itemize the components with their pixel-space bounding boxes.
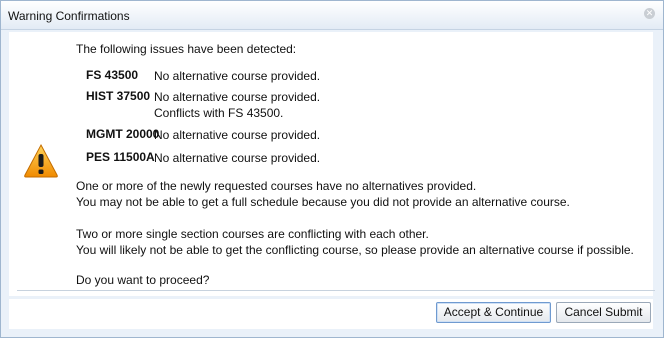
dialog-content: The following issues have been detected:… [9, 32, 655, 296]
issue-message-line: No alternative course provided. [154, 69, 321, 83]
warning-icon [24, 143, 58, 178]
issue-message-line: No alternative course provided. [154, 151, 321, 165]
dialog-footer: Accept & Continue Cancel Submit [9, 299, 653, 329]
cancel-submit-button[interactable]: Cancel Submit [556, 302, 651, 323]
dialog-titlebar[interactable]: Warning Confirmations ✕ [1, 1, 663, 30]
close-icon[interactable]: ✕ [644, 8, 655, 19]
warning-line: Two or more single section courses are c… [76, 227, 429, 241]
issue-course-code: MGMT 20000 [86, 127, 160, 141]
accept-continue-button[interactable]: Accept & Continue [436, 302, 551, 323]
warning-line: One or more of the newly requested cours… [76, 179, 477, 193]
issue-course-code: PES 11500A [86, 150, 155, 164]
issue-course-code: HIST 37500 [86, 89, 151, 103]
content-divider [17, 290, 655, 291]
warning-line: You will likely not be able to get the c… [76, 243, 634, 257]
issue-message: No alternative course provided. Conflict… [154, 89, 320, 121]
issue-message: No alternative course provided. [154, 127, 320, 143]
issue-course-code: FS 43500 [86, 68, 139, 82]
warning-confirmations-dialog: Warning Confirmations ✕ The following is… [0, 0, 664, 338]
intro-text: The following issues have been detected: [76, 42, 297, 56]
dialog-title: Warning Confirmations [8, 9, 130, 23]
warning-line: You may not be able to get a full schedu… [76, 195, 570, 209]
issue-message: No alternative course provided. [154, 150, 320, 166]
no-alternative-warning: One or more of the newly requested cours… [76, 178, 570, 210]
issue-message: No alternative course provided. [154, 68, 320, 84]
issue-message-line: No alternative course provided. [154, 90, 321, 104]
issue-message-line: No alternative course provided. [154, 128, 321, 142]
proceed-question: Do you want to proceed? [76, 273, 210, 287]
conflict-warning: Two or more single section courses are c… [76, 226, 634, 258]
issue-message-line: Conflicts with FS 43500. [154, 106, 284, 120]
